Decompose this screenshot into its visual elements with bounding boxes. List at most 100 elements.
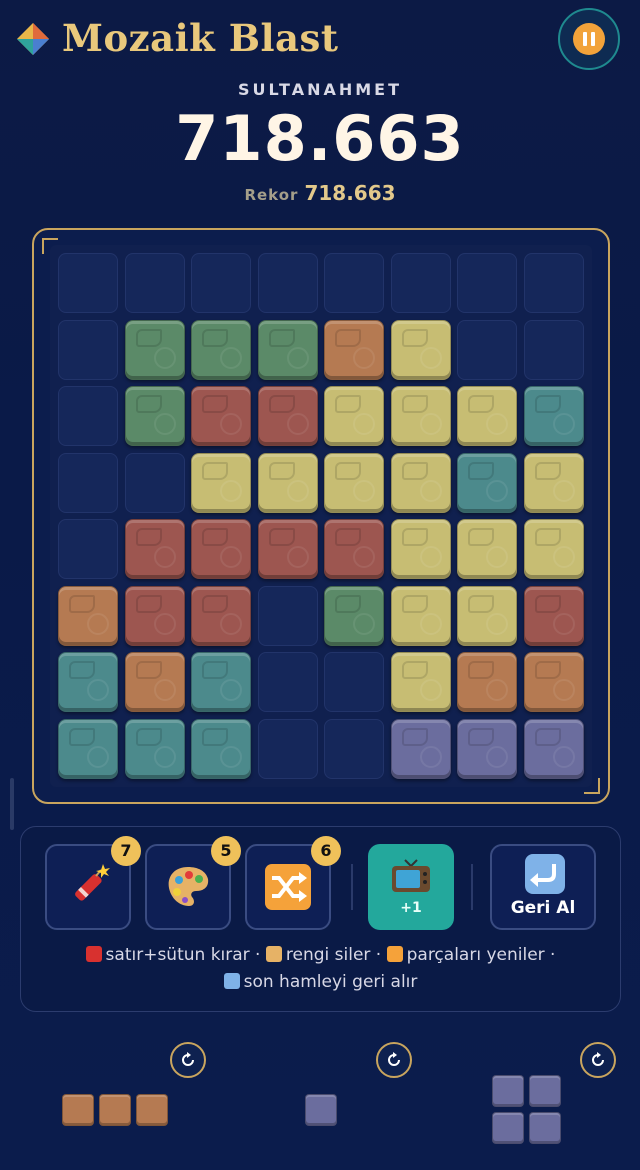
board-tile-yellow[interactable]: [390, 519, 451, 579]
board-tile-red[interactable]: [191, 519, 251, 579]
board-tile-orange[interactable]: [324, 319, 384, 380]
board-cell-empty[interactable]: [257, 253, 318, 313]
tray-piece-3-block[interactable]: [492, 1112, 524, 1144]
pause-icon: [573, 23, 605, 55]
board-tile-teal[interactable]: [58, 718, 118, 779]
board-tile-red[interactable]: [191, 386, 251, 446]
pause-button[interactable]: [558, 8, 620, 70]
palette-count-badge: 5: [211, 836, 241, 866]
board-cell-empty[interactable]: [523, 319, 584, 380]
board-tile-yellow[interactable]: [390, 452, 451, 513]
palette-icon: [265, 946, 282, 962]
board-cell-empty[interactable]: [523, 253, 584, 313]
board-cell-empty[interactable]: [324, 652, 384, 712]
board-tile-orange[interactable]: [457, 652, 517, 712]
tray-piece-3-block[interactable]: [529, 1112, 561, 1144]
best-score: Rekor 718.663: [0, 181, 640, 205]
shuffle-icon: [386, 946, 403, 962]
board-tile-green[interactable]: [257, 319, 318, 380]
board-cell-empty[interactable]: [191, 253, 251, 313]
board-tile-teal[interactable]: [124, 718, 185, 779]
board-cell-empty[interactable]: [257, 585, 318, 646]
board-tile-yellow[interactable]: [324, 452, 384, 513]
tray-piece-1-block[interactable]: [136, 1094, 168, 1126]
tray-piece-3-block[interactable]: [529, 1075, 561, 1107]
divider: [471, 864, 473, 910]
board-tile-teal[interactable]: [191, 718, 251, 779]
tray-piece-2-block[interactable]: [305, 1094, 337, 1126]
help-palette-text: rengi siler ·: [285, 945, 382, 965]
rotate-piece-3-button[interactable]: [580, 1042, 616, 1078]
board-tile-yellow[interactable]: [390, 386, 451, 446]
board-tile-red[interactable]: [324, 519, 384, 579]
board-cell-empty[interactable]: [58, 519, 118, 579]
tray-piece-3-block[interactable]: [492, 1075, 524, 1107]
rotate-icon: [182, 1052, 194, 1066]
undo-arrow-icon: [223, 973, 240, 989]
firecracker-icon: [85, 946, 102, 962]
board-cell-empty[interactable]: [390, 253, 451, 313]
rotate-piece-1-button[interactable]: [170, 1042, 206, 1078]
rotate-piece-2-button[interactable]: [376, 1042, 412, 1078]
board-cell-empty[interactable]: [124, 253, 185, 313]
board-cell-empty[interactable]: [124, 452, 185, 513]
board-tile-purple[interactable]: [390, 718, 451, 779]
board-tile-green[interactable]: [191, 319, 251, 380]
board-cell-empty[interactable]: [457, 319, 517, 380]
board-tile-yellow[interactable]: [523, 519, 584, 579]
board-tile-yellow[interactable]: [390, 585, 451, 646]
board-tile-yellow[interactable]: [457, 519, 517, 579]
help-undo-text: son hamleyi geri alır: [243, 972, 418, 992]
board-cell-empty[interactable]: [257, 718, 318, 779]
board-tile-orange[interactable]: [58, 585, 118, 646]
board-tile-red[interactable]: [257, 519, 318, 579]
help-line-1: satır+sütun kırar · rengi siler · parçal…: [20, 945, 621, 965]
board-tile-yellow[interactable]: [457, 585, 517, 646]
board-tile-green[interactable]: [124, 386, 185, 446]
board-tile-yellow[interactable]: [523, 452, 584, 513]
board-tile-green[interactable]: [324, 585, 384, 646]
board-cell-empty[interactable]: [457, 253, 517, 313]
tray-piece-1-block[interactable]: [99, 1094, 131, 1126]
board-tile-orange[interactable]: [124, 652, 185, 712]
divider: [351, 864, 353, 910]
board-tile-purple[interactable]: [523, 718, 584, 779]
board-cell-empty[interactable]: [58, 386, 118, 446]
board-tile-red[interactable]: [191, 585, 251, 646]
board-tile-red[interactable]: [257, 386, 318, 446]
watch-ad-button[interactable]: +1: [368, 844, 454, 930]
board-tile-green[interactable]: [124, 319, 185, 380]
board-tile-yellow[interactable]: [191, 452, 251, 513]
tray-piece-1-block[interactable]: [62, 1094, 94, 1126]
board-tile-teal[interactable]: [58, 652, 118, 712]
board-tile-yellow[interactable]: [390, 652, 451, 712]
app-logo-icon: [17, 23, 49, 55]
level-name: SULTANAHMET: [237, 80, 403, 99]
palette-icon: [168, 867, 209, 906]
board-tile-red[interactable]: [523, 585, 584, 646]
board-cell-empty[interactable]: [324, 253, 384, 313]
board-tile-teal[interactable]: [191, 652, 251, 712]
board-tile-yellow[interactable]: [257, 452, 318, 513]
board-tile-orange[interactable]: [523, 652, 584, 712]
best-score-value: 718.663: [304, 181, 396, 205]
game-board[interactable]: [50, 245, 592, 787]
board-tile-yellow[interactable]: [457, 386, 517, 446]
board-tile-red[interactable]: [124, 585, 185, 646]
board-tile-yellow[interactable]: [324, 386, 384, 446]
board-cell-empty[interactable]: [324, 718, 384, 779]
board-cell-empty[interactable]: [58, 253, 118, 313]
board-tile-teal[interactable]: [523, 386, 584, 446]
board-tile-teal[interactable]: [457, 452, 517, 513]
undo-button[interactable]: Geri Al: [490, 844, 596, 930]
app-title: Mozaik Blast: [62, 16, 339, 60]
help-shuffle-text: parçaları yeniler ·: [406, 945, 556, 965]
board-tile-purple[interactable]: [457, 718, 517, 779]
undo-arrow-icon: [525, 854, 565, 894]
board-cell-empty[interactable]: [257, 652, 318, 712]
board-cell-empty[interactable]: [58, 319, 118, 380]
help-line-2: son hamleyi geri alır: [20, 972, 621, 992]
board-tile-red[interactable]: [124, 519, 185, 579]
board-cell-empty[interactable]: [58, 452, 118, 513]
board-tile-yellow[interactable]: [390, 319, 451, 380]
